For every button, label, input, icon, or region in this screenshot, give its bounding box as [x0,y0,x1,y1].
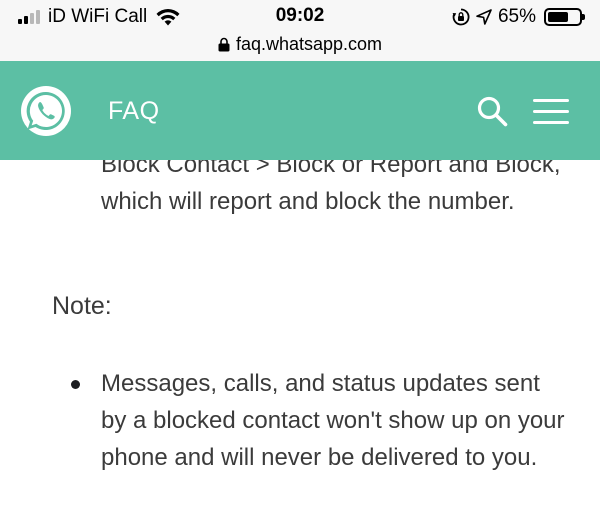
menu-icon[interactable] [533,99,569,125]
location-arrow-icon [476,9,492,25]
site-header: FAQ [0,61,600,160]
orientation-lock-icon [452,8,470,26]
article-content: Block Contact > Block or Report and Bloc… [0,160,600,525]
padlock-icon [218,37,230,51]
article-paragraph: Block Contact > Block or Report and Bloc… [101,160,561,215]
url-text: faq.whatsapp.com [235,33,383,54]
list-item: Messages, calls, and status updates sent… [101,370,565,471]
battery-percent: 65% [497,6,536,27]
bullet-marker [71,380,80,389]
battery-fill [548,12,568,22]
status-bar: iD WiFi Call 09:02 65% [0,0,600,34]
battery-icon [544,8,585,26]
note-heading: Note: [52,292,112,320]
whatsapp-logo-icon[interactable] [20,85,72,137]
search-icon[interactable] [476,95,508,127]
status-right: 65% [452,5,585,29]
url-bar[interactable]: faq.whatsapp.com [0,34,600,61]
page-title[interactable]: FAQ [108,97,160,126]
url-display[interactable]: faq.whatsapp.com [218,34,382,54]
